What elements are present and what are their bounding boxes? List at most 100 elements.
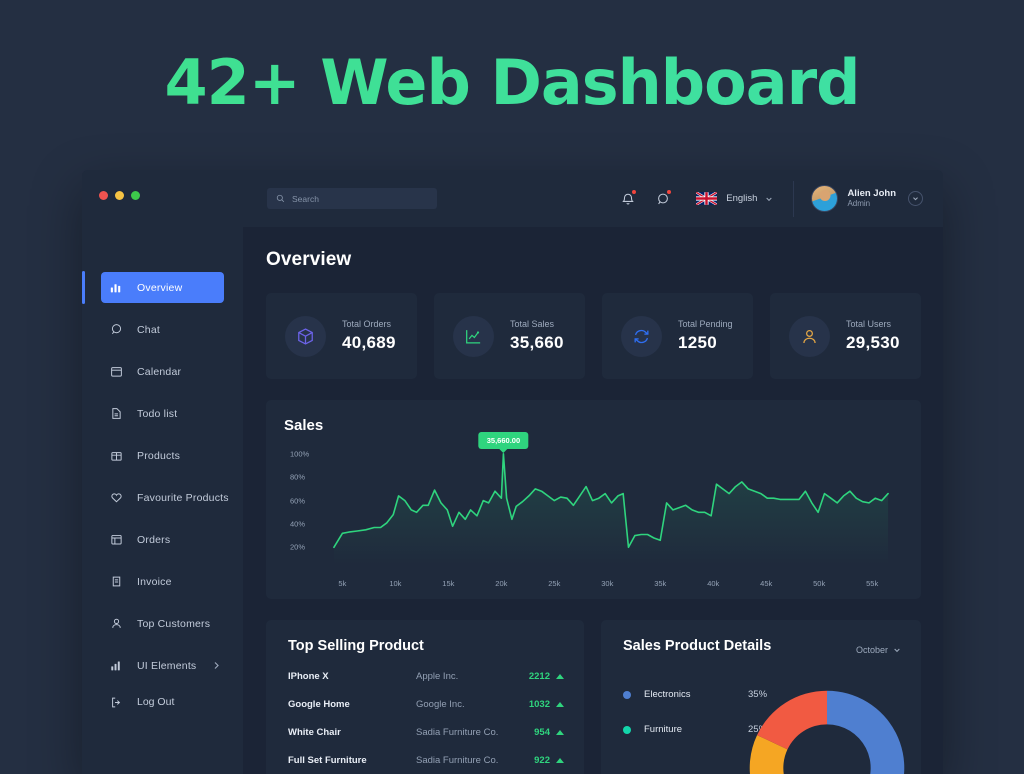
top-selling-title: Top Selling Product bbox=[288, 638, 424, 654]
messages-button[interactable] bbox=[652, 188, 674, 210]
y-axis-tick-label: 20% bbox=[290, 542, 306, 552]
chevron-down-icon bbox=[765, 195, 773, 203]
x-axis-tick-label: 25k bbox=[548, 579, 561, 588]
stat-label: Total Users bbox=[846, 319, 892, 329]
sidebar-item-ui-elements[interactable]: UI Elements bbox=[82, 650, 243, 681]
sidebar-item-overview[interactable]: Overview bbox=[82, 271, 224, 304]
bar-chart-icon bbox=[109, 281, 123, 295]
window-icon bbox=[109, 533, 123, 547]
sidebar-item-chat[interactable]: Chat bbox=[82, 314, 243, 345]
sidebar-item-orders[interactable]: Orders bbox=[82, 524, 243, 555]
user-meta: Alien John Admin bbox=[847, 188, 896, 210]
stat-cards: Total Orders 40,689 Total Sales 35,660 T… bbox=[266, 293, 921, 379]
stat-card-total-orders[interactable]: Total Orders 40,689 bbox=[266, 293, 417, 379]
legend-label: Furniture bbox=[644, 724, 683, 735]
search-input[interactable] bbox=[292, 193, 412, 204]
sales-product-details-panel: Sales Product Details October Electronic… bbox=[601, 620, 921, 774]
poster-title: 42+ Web Dashboard bbox=[0, 46, 1024, 119]
sidebar-nav: Overview Chat Calendar Todo list Product… bbox=[82, 271, 243, 681]
chevron-down-icon bbox=[888, 646, 901, 654]
user-menu[interactable]: Alien John Admin bbox=[811, 185, 923, 212]
stat-card-total-users[interactable]: Total Users 29,530 bbox=[770, 293, 921, 379]
content-area: Overview Total Orders 40,689 Total Sales… bbox=[243, 227, 943, 774]
panel-head: Sales Product Details October bbox=[623, 638, 901, 655]
stat-card-total-pending[interactable]: Total Pending 1250 bbox=[602, 293, 753, 379]
header-divider bbox=[793, 180, 795, 217]
close-window-dot[interactable] bbox=[99, 191, 108, 200]
product-count: 922 bbox=[534, 755, 550, 766]
logout-button[interactable]: Log Out bbox=[82, 688, 174, 716]
sidebar-item-label: Overview bbox=[137, 281, 183, 294]
top-bar-right: English Alien John Admin bbox=[604, 180, 923, 217]
product-count: 2212 bbox=[528, 671, 550, 682]
sidebar-item-label: Todo list bbox=[137, 407, 178, 420]
x-axis-tick-label: 35k bbox=[654, 579, 667, 588]
x-axis-tick-label: 20k bbox=[495, 579, 508, 588]
product-count: 1032 bbox=[528, 699, 550, 710]
stat-label: Total Orders bbox=[342, 319, 392, 329]
sidebar-item-invoice[interactable]: Invoice bbox=[82, 566, 243, 597]
sidebar-item-calendar[interactable]: Calendar bbox=[82, 356, 243, 387]
minimize-window-dot[interactable] bbox=[115, 191, 124, 200]
y-axis-tick-label: 40% bbox=[290, 519, 306, 529]
sidebar-item-label: Orders bbox=[137, 533, 171, 546]
product-name: Google Home bbox=[288, 699, 350, 710]
donut-segment[interactable] bbox=[827, 690, 905, 774]
product-name: White Chair bbox=[288, 727, 341, 738]
person-icon bbox=[109, 617, 123, 631]
donut-chart[interactable] bbox=[743, 684, 911, 774]
window-controls bbox=[82, 170, 243, 200]
stat-text: Total Orders 40,689 bbox=[342, 319, 396, 353]
sidebar-item-label: Favourite Products bbox=[137, 491, 229, 504]
refresh-icon bbox=[621, 315, 662, 357]
sales-line-path bbox=[284, 440, 907, 565]
search-box[interactable] bbox=[267, 188, 437, 209]
language-selector[interactable]: English bbox=[696, 192, 773, 205]
search-icon bbox=[276, 190, 285, 208]
stat-value: 40,689 bbox=[342, 333, 396, 352]
stat-label: Total Sales bbox=[510, 319, 555, 329]
stat-value: 35,660 bbox=[510, 333, 564, 352]
sidebar-item-products[interactable]: Products bbox=[82, 440, 243, 471]
sidebar: Overview Chat Calendar Todo list Product… bbox=[82, 170, 243, 774]
table-row[interactable]: White Chair Sadia Furniture Co. 954 bbox=[288, 727, 564, 738]
poster-canvas: 42+ Web Dashboard Overview Chat Calendar… bbox=[0, 0, 1024, 774]
sidebar-item-todo-list[interactable]: Todo list bbox=[82, 398, 243, 429]
main-area: English Alien John Admin bbox=[243, 170, 943, 774]
maximize-window-dot[interactable] bbox=[131, 191, 140, 200]
table-row[interactable]: Full Set Furniture Sadia Furniture Co. 9… bbox=[288, 755, 564, 766]
chat-icon bbox=[109, 323, 123, 337]
language-label: English bbox=[726, 193, 758, 204]
top-selling-product-panel: Top Selling Product IPhone X Apple Inc. … bbox=[266, 620, 584, 774]
sidebar-item-label: Calendar bbox=[137, 365, 182, 378]
table-row[interactable]: Google Home Google Inc. 1032 bbox=[288, 699, 564, 710]
sidebar-item-label: Invoice bbox=[137, 575, 172, 588]
month-selector[interactable]: October bbox=[856, 645, 901, 655]
sales-chart[interactable]: 35,660.00 20% 40% 60% 80% 100% 5k 10k 15… bbox=[284, 431, 907, 590]
top-bar: English Alien John Admin bbox=[243, 170, 943, 227]
bars-icon bbox=[109, 659, 123, 673]
x-axis-tick-label: 50k bbox=[813, 579, 826, 588]
product-company: Sadia Furniture Co. bbox=[416, 755, 499, 766]
line-chart-icon bbox=[453, 315, 494, 357]
stat-card-total-sales[interactable]: Total Sales 35,660 bbox=[434, 293, 585, 379]
legend-color-dot bbox=[623, 690, 631, 699]
stat-text: Total Users 29,530 bbox=[846, 319, 900, 353]
sales-chart-card: Sales 35,660.00 20% 40% 60% 80% 100% 5k … bbox=[266, 400, 921, 599]
user-menu-chevron-down-icon[interactable] bbox=[908, 191, 923, 206]
avatar bbox=[811, 185, 839, 212]
stat-value: 1250 bbox=[678, 333, 718, 352]
chart-tooltip: 35,660.00 bbox=[478, 431, 529, 449]
sidebar-item-favourite-products[interactable]: Favourite Products bbox=[82, 482, 243, 513]
user-role: Admin bbox=[847, 199, 871, 209]
notifications-button[interactable] bbox=[617, 188, 639, 210]
sidebar-item-top-customers[interactable]: Top Customers bbox=[82, 608, 243, 639]
legend-color-dot bbox=[623, 725, 631, 734]
stat-label: Total Pending bbox=[678, 319, 733, 329]
table-row[interactable]: IPhone X Apple Inc. 2212 bbox=[288, 671, 564, 682]
sidebar-item-label: Chat bbox=[137, 323, 160, 336]
sidebar-item-label: Top Customers bbox=[137, 617, 211, 630]
sales-details-title: Sales Product Details bbox=[623, 638, 772, 654]
person-icon bbox=[789, 315, 830, 357]
stat-value: 29,530 bbox=[846, 333, 900, 352]
